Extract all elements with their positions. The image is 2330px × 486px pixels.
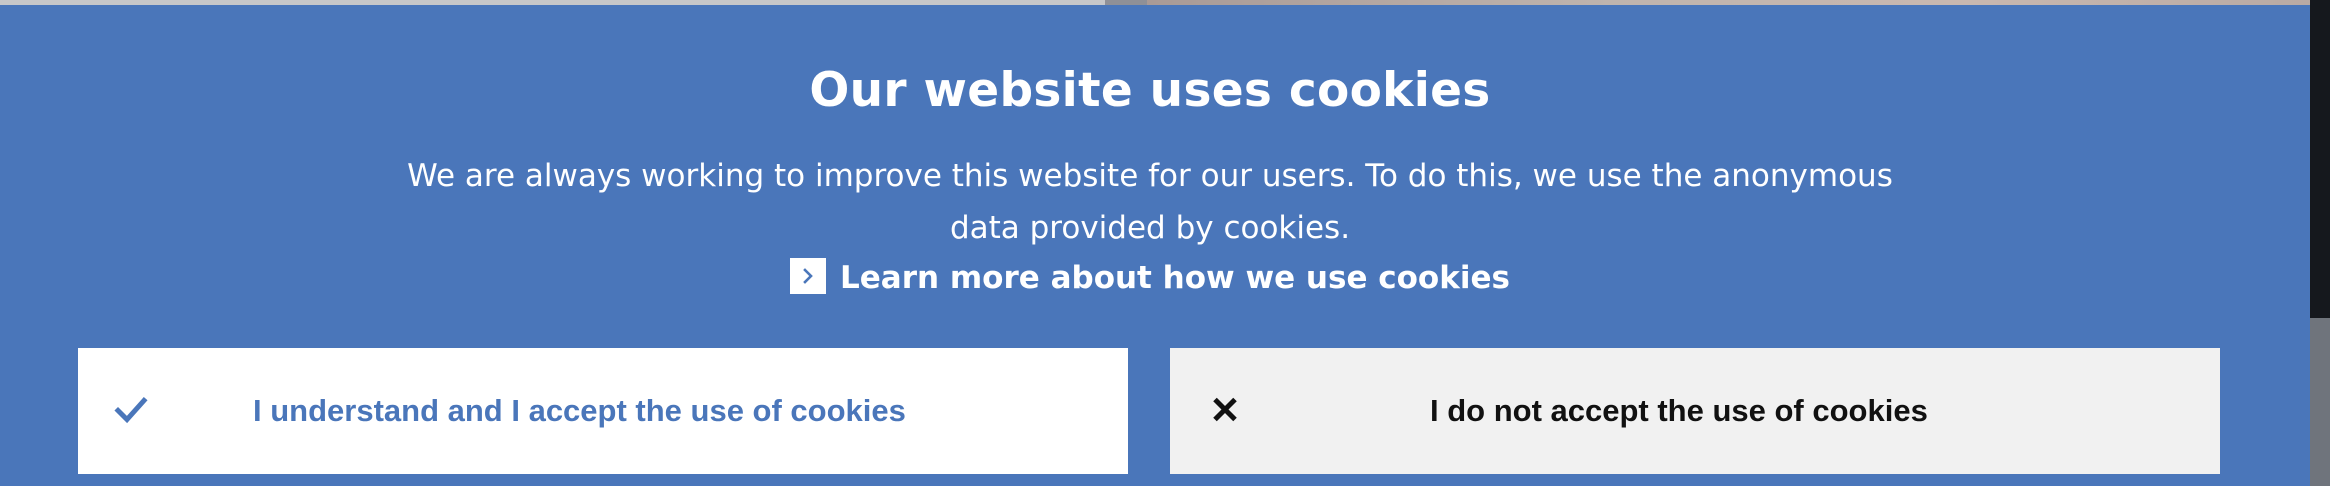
close-icon bbox=[1210, 395, 1240, 428]
cookie-banner-description: We are always working to improve this we… bbox=[407, 158, 1893, 246]
scrollbar-track[interactable] bbox=[2310, 318, 2330, 486]
learn-more-label: Learn more about how we use cookies bbox=[840, 260, 1510, 296]
chevron-right-icon bbox=[790, 258, 827, 294]
cookie-banner: Our website uses cookies We are always w… bbox=[0, 5, 2310, 486]
accept-cookies-button[interactable]: I understand and I accept the use of coo… bbox=[78, 348, 1128, 474]
page: Our website uses cookies We are always w… bbox=[0, 0, 2330, 486]
reject-cookies-button[interactable]: I do not accept the use of cookies bbox=[1170, 348, 2220, 474]
checkmark-icon bbox=[114, 395, 148, 428]
accept-cookies-label: I understand and I accept the use of coo… bbox=[253, 393, 906, 428]
cookie-banner-title: Our website uses cookies bbox=[809, 63, 1491, 118]
window-scrollbar[interactable] bbox=[2310, 0, 2330, 486]
reject-cookies-label: I do not accept the use of cookies bbox=[1430, 393, 1928, 428]
learn-more-link[interactable]: Learn more about how we use cookies bbox=[0, 258, 2300, 296]
